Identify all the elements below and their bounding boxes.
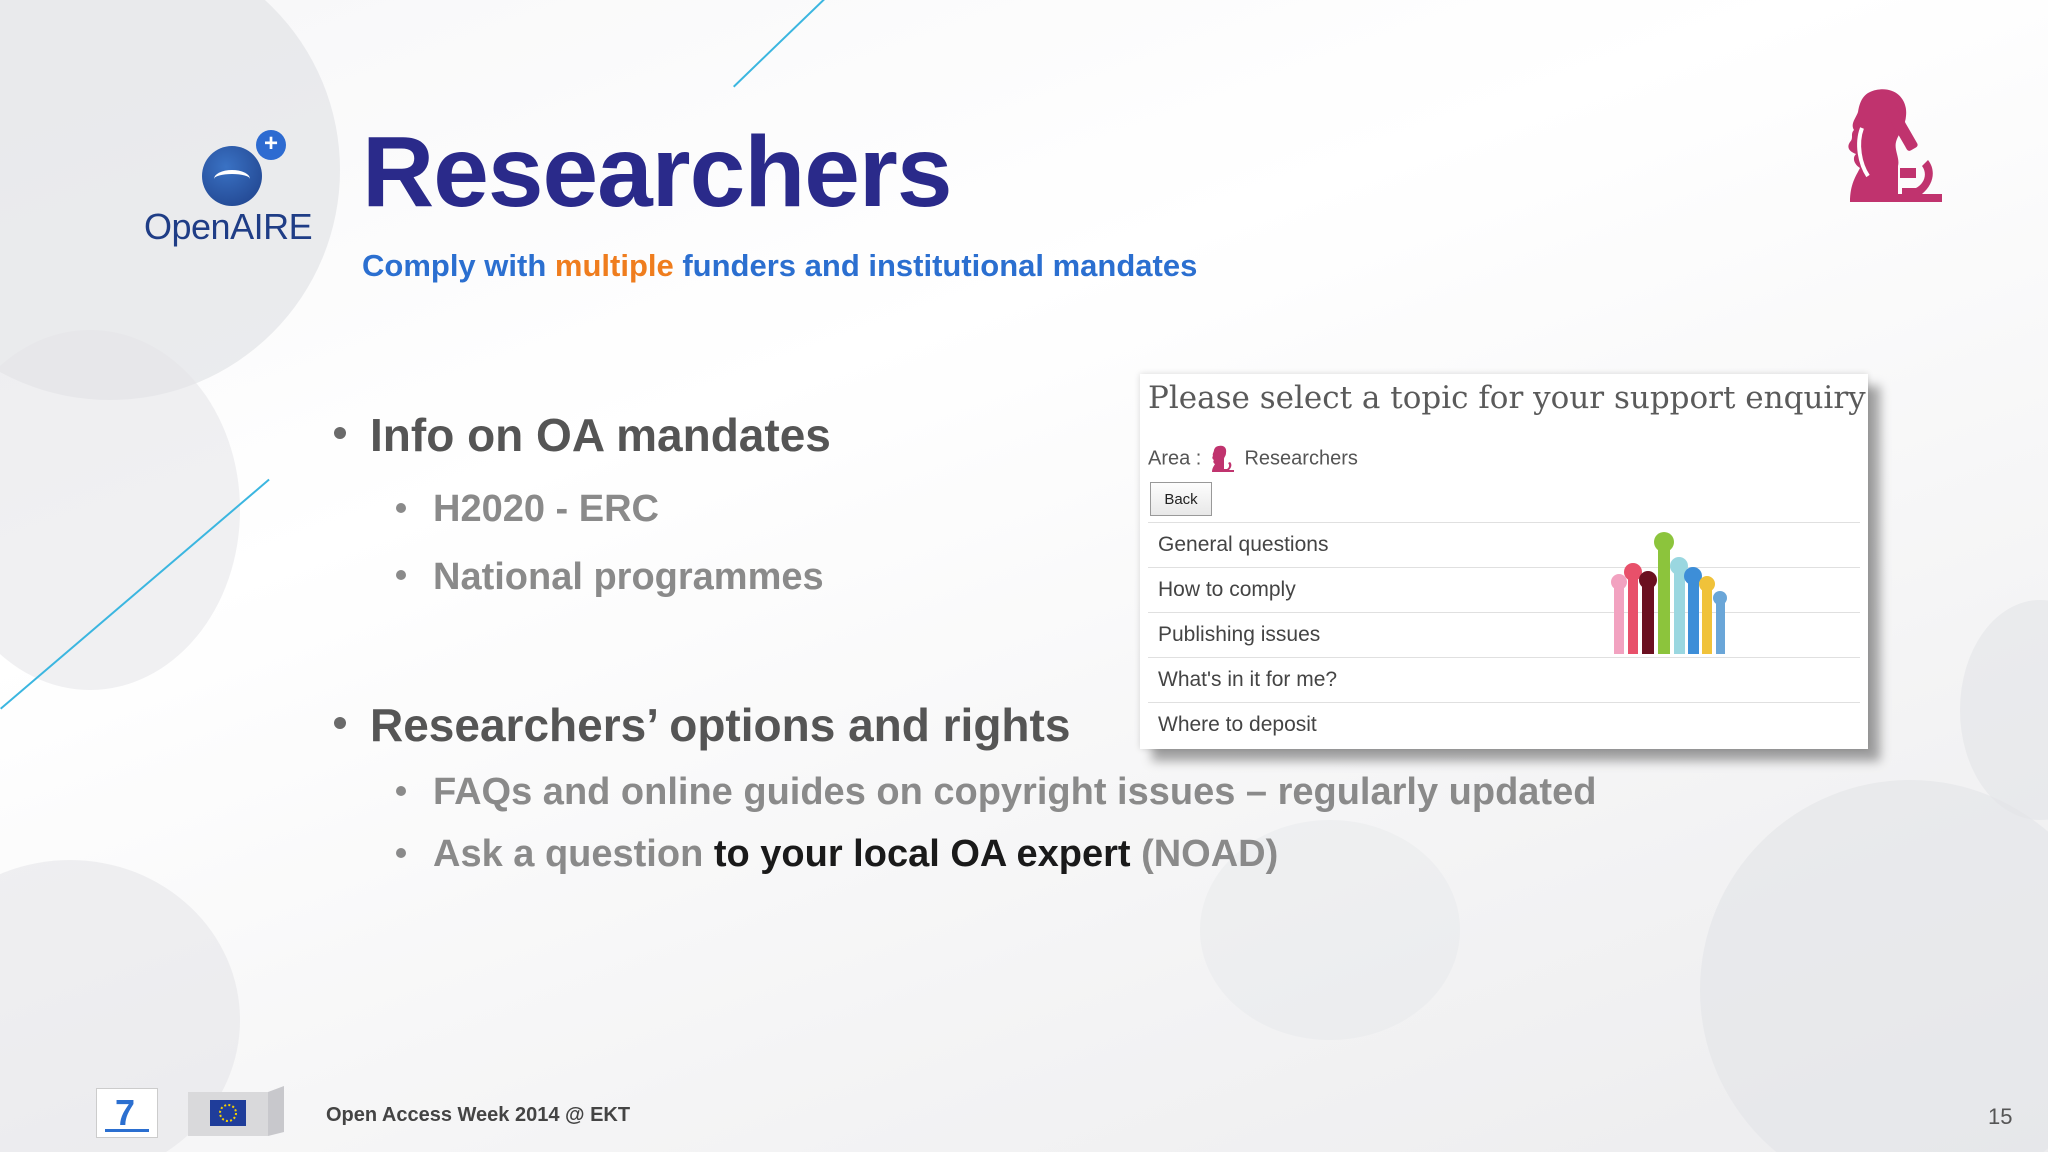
bullet-ask-question: Ask a question to your local OA expert (… xyxy=(433,833,1278,876)
area-value: Researchers xyxy=(1244,447,1358,470)
bg-blob xyxy=(1960,600,2048,820)
page-number: 15 xyxy=(1988,1104,2013,1129)
bullet-researchers-options: Researchers’ options and rights xyxy=(370,699,1071,751)
bullet-faqs-guides: FAQs and online guides on copyright issu… xyxy=(433,771,1597,813)
back-button[interactable]: Back xyxy=(1150,482,1212,516)
bullet-dot xyxy=(396,848,406,858)
bg-blob xyxy=(0,330,240,690)
menu-item-whats-in-it[interactable]: What's in it for me? xyxy=(1148,657,1860,702)
decorative-line xyxy=(733,0,826,88)
area-row: Area : Researchers xyxy=(1148,444,1358,474)
slide: + OpenAIRE Researchers Comply with multi… xyxy=(0,0,2048,1152)
footer-text: Open Access Week 2014 @ EKT xyxy=(326,1104,631,1126)
bullet-dot xyxy=(396,503,406,513)
noad-text: (NOAD) xyxy=(1130,833,1279,875)
subtitle-part2: funders and institutional mandates xyxy=(673,248,1198,283)
bullet-dot xyxy=(334,427,346,439)
menu-item-how-to-comply[interactable]: How to comply xyxy=(1148,567,1860,612)
svg-text:7: 7 xyxy=(115,1092,135,1133)
eu-flag-logo xyxy=(188,1086,284,1136)
logo-text: OpenAIRE xyxy=(144,206,313,247)
support-enquiry-panel: Please select a topic for your support e… xyxy=(1140,374,1868,749)
bullet-info-oa-mandates: Info on OA mandates xyxy=(370,409,831,461)
subtitle-accent: multiple xyxy=(554,248,674,283)
raised-hands-image xyxy=(1611,532,1727,654)
panel-title: Please select a topic for your support e… xyxy=(1148,380,1866,416)
menu-item-general-questions[interactable]: General questions xyxy=(1148,522,1860,567)
researcher-small-icon xyxy=(1211,445,1234,472)
plus-icon: + xyxy=(256,130,286,160)
menu-item-publishing-issues[interactable]: Publishing issues xyxy=(1148,612,1860,657)
page-title: Researchers xyxy=(362,116,952,228)
fp7-logo: 7 xyxy=(96,1088,158,1138)
bg-blob xyxy=(1700,780,2048,1152)
logo-circle-icon xyxy=(202,146,262,206)
researcher-microscope-icon xyxy=(1848,89,1942,202)
topic-menu: General questions How to comply Publishi… xyxy=(1148,522,1860,747)
area-label: Area : xyxy=(1148,447,1202,470)
menu-item-where-to-deposit[interactable]: Where to deposit xyxy=(1148,702,1860,747)
ask-question-text: Ask a question xyxy=(433,833,714,875)
bullet-national-programmes: National programmes xyxy=(433,556,824,598)
bullet-dot xyxy=(396,786,406,796)
bullet-h2020-erc: H2020 - ERC xyxy=(433,488,659,530)
local-expert-text: to your local OA expert xyxy=(713,833,1131,875)
bullet-dot xyxy=(396,570,406,580)
bullet-dot xyxy=(334,717,346,729)
subtitle-part1: Comply with xyxy=(362,248,555,283)
subtitle: Comply with multiple funders and institu… xyxy=(362,248,1197,284)
fp7-icon: 7 xyxy=(105,1092,149,1133)
openaire-logo: + OpenAIRE xyxy=(140,124,330,254)
